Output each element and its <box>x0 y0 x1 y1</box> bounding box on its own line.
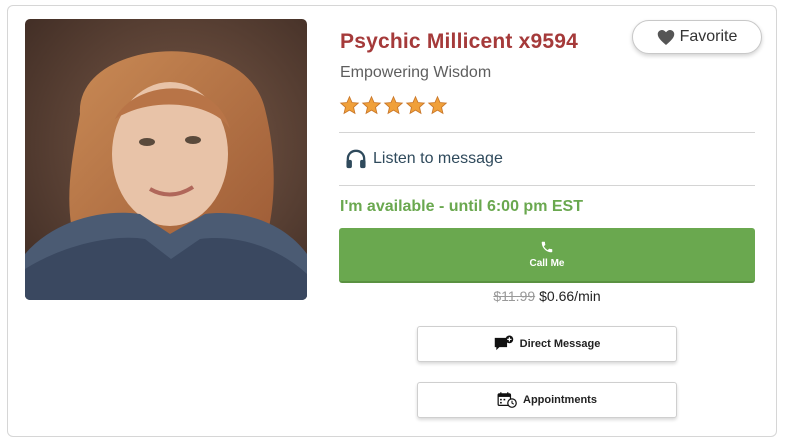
listen-label: Listen to message <box>373 150 503 167</box>
favorite-label: Favorite <box>679 28 738 45</box>
star-icon <box>383 95 404 115</box>
current-price: $0.66/min <box>539 288 601 304</box>
availability-status: I'm available - until 6:00 pm EST <box>340 198 583 215</box>
direct-message-button[interactable]: Direct Message <box>417 326 677 362</box>
call-me-button[interactable]: Call Me <box>339 228 755 283</box>
listen-message-link[interactable]: Listen to message <box>345 149 503 169</box>
call-me-label: Call Me <box>529 258 565 269</box>
appointments-label: Appointments <box>523 394 597 406</box>
rating-stars <box>339 95 448 116</box>
star-icon <box>339 95 360 115</box>
star-icon <box>405 95 426 115</box>
calendar-clock-icon <box>497 392 517 408</box>
divider <box>339 132 755 133</box>
advisor-photo[interactable] <box>25 19 307 300</box>
appointments-button[interactable]: Appointments <box>417 382 677 418</box>
star-icon <box>361 95 382 115</box>
favorite-button[interactable]: Favorite <box>632 20 762 54</box>
direct-message-label: Direct Message <box>519 338 601 350</box>
heart-icon <box>657 29 674 45</box>
headphones-icon <box>346 149 366 169</box>
advisor-name[interactable]: Psychic Millicent x9594 <box>340 30 578 54</box>
star-icon <box>427 95 448 115</box>
divider <box>339 185 755 186</box>
original-price: $11.99 <box>493 288 536 304</box>
phone-icon <box>541 241 553 253</box>
price-info: $11.99 $0.66/min <box>339 288 755 304</box>
advisor-tagline: Empowering Wisdom <box>340 64 492 81</box>
message-plus-icon <box>494 335 513 351</box>
